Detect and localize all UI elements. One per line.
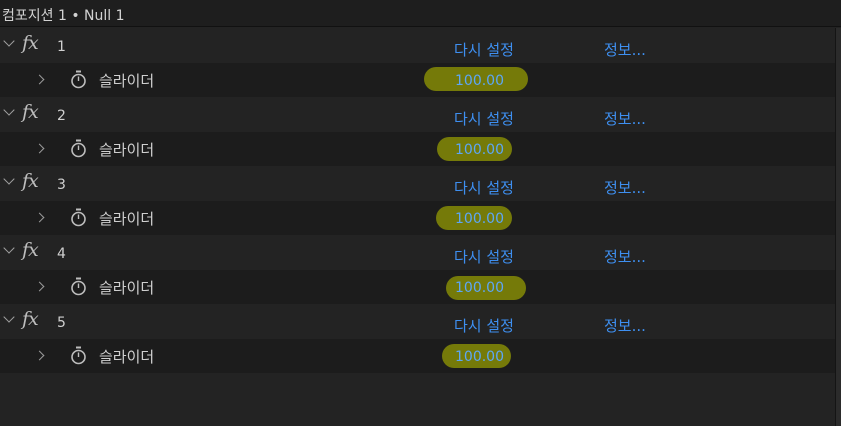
stopwatch-icon[interactable] [70, 139, 87, 158]
effect-2: fx 2 다시 설정 정보... 슬라이더 100.00 [0, 97, 835, 166]
chevron-down-icon[interactable] [3, 311, 15, 323]
param-row-slider: 슬라이더 100.00 [0, 63, 835, 97]
stopwatch-icon[interactable] [70, 208, 87, 227]
effect-4: fx 4 다시 설정 정보... 슬라이더 100.00 [0, 235, 835, 304]
effect-name[interactable]: 1 [57, 39, 66, 55]
effect-3: fx 3 다시 설정 정보... 슬라이더 100.00 [0, 166, 835, 235]
effect-header: fx 2 다시 설정 정보... [0, 97, 835, 132]
param-label: 슬라이더 [99, 210, 155, 228]
fx-icon[interactable]: fx [22, 170, 39, 192]
slider-value[interactable]: 100.00 [455, 280, 504, 296]
reset-link[interactable]: 다시 설정 [454, 246, 514, 267]
effect-name[interactable]: 5 [57, 315, 66, 331]
effect-header: fx 4 다시 설정 정보... [0, 235, 835, 270]
param-label: 슬라이더 [99, 72, 155, 90]
effect-header: fx 1 다시 설정 정보... [0, 28, 835, 63]
effect-name[interactable]: 2 [57, 108, 66, 124]
chevron-right-icon[interactable] [34, 281, 45, 292]
param-row-slider: 슬라이더 100.00 [0, 339, 835, 373]
param-label: 슬라이더 [99, 348, 155, 366]
effect-controls-panel: fx 1 다시 설정 정보... 슬라이더 100.00 fx 2 다시 설정 … [0, 28, 835, 426]
about-link[interactable]: 정보... [604, 315, 646, 336]
chevron-right-icon[interactable] [34, 143, 45, 154]
reset-link[interactable]: 다시 설정 [454, 39, 514, 60]
slider-value[interactable]: 100.00 [455, 142, 504, 158]
fx-icon[interactable]: fx [22, 308, 39, 330]
chevron-right-icon[interactable] [34, 350, 45, 361]
slider-value[interactable]: 100.00 [455, 73, 504, 89]
chevron-right-icon[interactable] [34, 212, 45, 223]
fx-icon[interactable]: fx [22, 32, 39, 54]
reset-link[interactable]: 다시 설정 [454, 108, 514, 129]
chevron-down-icon[interactable] [3, 35, 15, 47]
effect-name[interactable]: 4 [57, 246, 66, 262]
about-link[interactable]: 정보... [604, 246, 646, 267]
chevron-down-icon[interactable] [3, 242, 15, 254]
param-label: 슬라이더 [99, 141, 155, 159]
effect-5: fx 5 다시 설정 정보... 슬라이더 100.00 [0, 304, 835, 373]
effect-header: fx 5 다시 설정 정보... [0, 304, 835, 339]
panel-title-bar: 컴포지션 1 • Null 1 [0, 0, 841, 27]
fx-icon[interactable]: fx [22, 101, 39, 123]
about-link[interactable]: 정보... [604, 39, 646, 60]
reset-link[interactable]: 다시 설정 [454, 177, 514, 198]
param-row-slider: 슬라이더 100.00 [0, 201, 835, 235]
param-label: 슬라이더 [99, 279, 155, 297]
stopwatch-icon[interactable] [70, 346, 87, 365]
slider-value[interactable]: 100.00 [455, 349, 504, 365]
chevron-right-icon[interactable] [34, 74, 45, 85]
about-link[interactable]: 정보... [604, 177, 646, 198]
panel-title: 컴포지션 1 • Null 1 [2, 8, 125, 24]
chevron-down-icon[interactable] [3, 173, 15, 185]
effect-header: fx 3 다시 설정 정보... [0, 166, 835, 201]
scrollbar[interactable] [835, 28, 841, 426]
about-link[interactable]: 정보... [604, 108, 646, 129]
stopwatch-icon[interactable] [70, 277, 87, 296]
param-row-slider: 슬라이더 100.00 [0, 132, 835, 166]
slider-value[interactable]: 100.00 [455, 211, 504, 227]
effect-1: fx 1 다시 설정 정보... 슬라이더 100.00 [0, 28, 835, 97]
fx-icon[interactable]: fx [22, 239, 39, 261]
stopwatch-icon[interactable] [70, 70, 87, 89]
reset-link[interactable]: 다시 설정 [454, 315, 514, 336]
param-row-slider: 슬라이더 100.00 [0, 270, 835, 304]
effect-name[interactable]: 3 [57, 177, 66, 193]
chevron-down-icon[interactable] [3, 104, 15, 116]
